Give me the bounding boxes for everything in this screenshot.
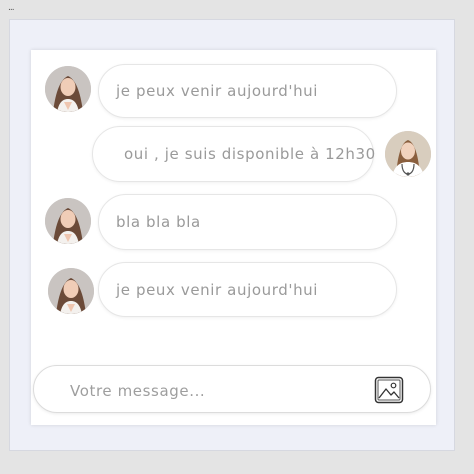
patient-avatar <box>45 198 91 244</box>
message-composer <box>33 365 431 413</box>
message-input[interactable] <box>68 378 362 404</box>
patient-avatar <box>45 66 91 112</box>
message-bubble: oui , je suis disponible à 12h30 <box>92 126 376 182</box>
message-bubble: bla bla bla <box>98 194 397 250</box>
message-bubble: je peux venir aujourd'hui <box>98 64 397 118</box>
message-bubble: je peux venir aujourd'hui <box>98 262 397 317</box>
image-icon[interactable] <box>374 376 404 404</box>
message-text: bla bla bla <box>116 213 201 231</box>
message-text: je peux venir aujourd'hui <box>116 82 319 100</box>
doctor-avatar <box>385 131 431 177</box>
message-text: oui , je suis disponible à 12h30 <box>124 145 376 163</box>
menu-dots-icon[interactable]: ... <box>8 3 15 13</box>
message-text: je peux venir aujourd'hui <box>116 280 319 299</box>
patient-avatar <box>48 268 94 314</box>
